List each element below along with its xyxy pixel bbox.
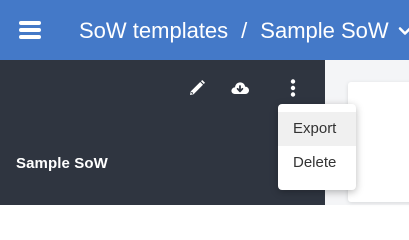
menu-item-delete[interactable]: Delete (278, 146, 356, 180)
cloud-download-icon[interactable] (229, 77, 251, 99)
sidebar: Sample SoW (0, 60, 325, 205)
breadcrumb-current-label: Sample SoW (260, 18, 389, 43)
menu-item-export[interactable]: Export (278, 112, 356, 146)
breadcrumb-separator: / (241, 18, 248, 43)
hamburger-line (19, 35, 41, 39)
context-menu: Export Delete (278, 104, 356, 190)
hamburger-line (19, 28, 41, 32)
hamburger-menu-icon[interactable] (19, 21, 41, 39)
more-vertical-icon[interactable] (282, 77, 304, 99)
top-bar: SoW templates / Sample SoW (0, 0, 409, 60)
breadcrumb-current-dropdown[interactable]: Sample SoW (260, 16, 409, 46)
chevron-down-icon (398, 27, 409, 35)
content-card (348, 82, 409, 202)
hamburger-line (19, 21, 41, 25)
pencil-icon[interactable] (186, 77, 208, 99)
sow-title: Sample SoW (16, 155, 108, 172)
breadcrumb-parent-link[interactable]: SoW templates (79, 16, 228, 46)
breadcrumb: SoW templates / Sample SoW (79, 16, 409, 46)
